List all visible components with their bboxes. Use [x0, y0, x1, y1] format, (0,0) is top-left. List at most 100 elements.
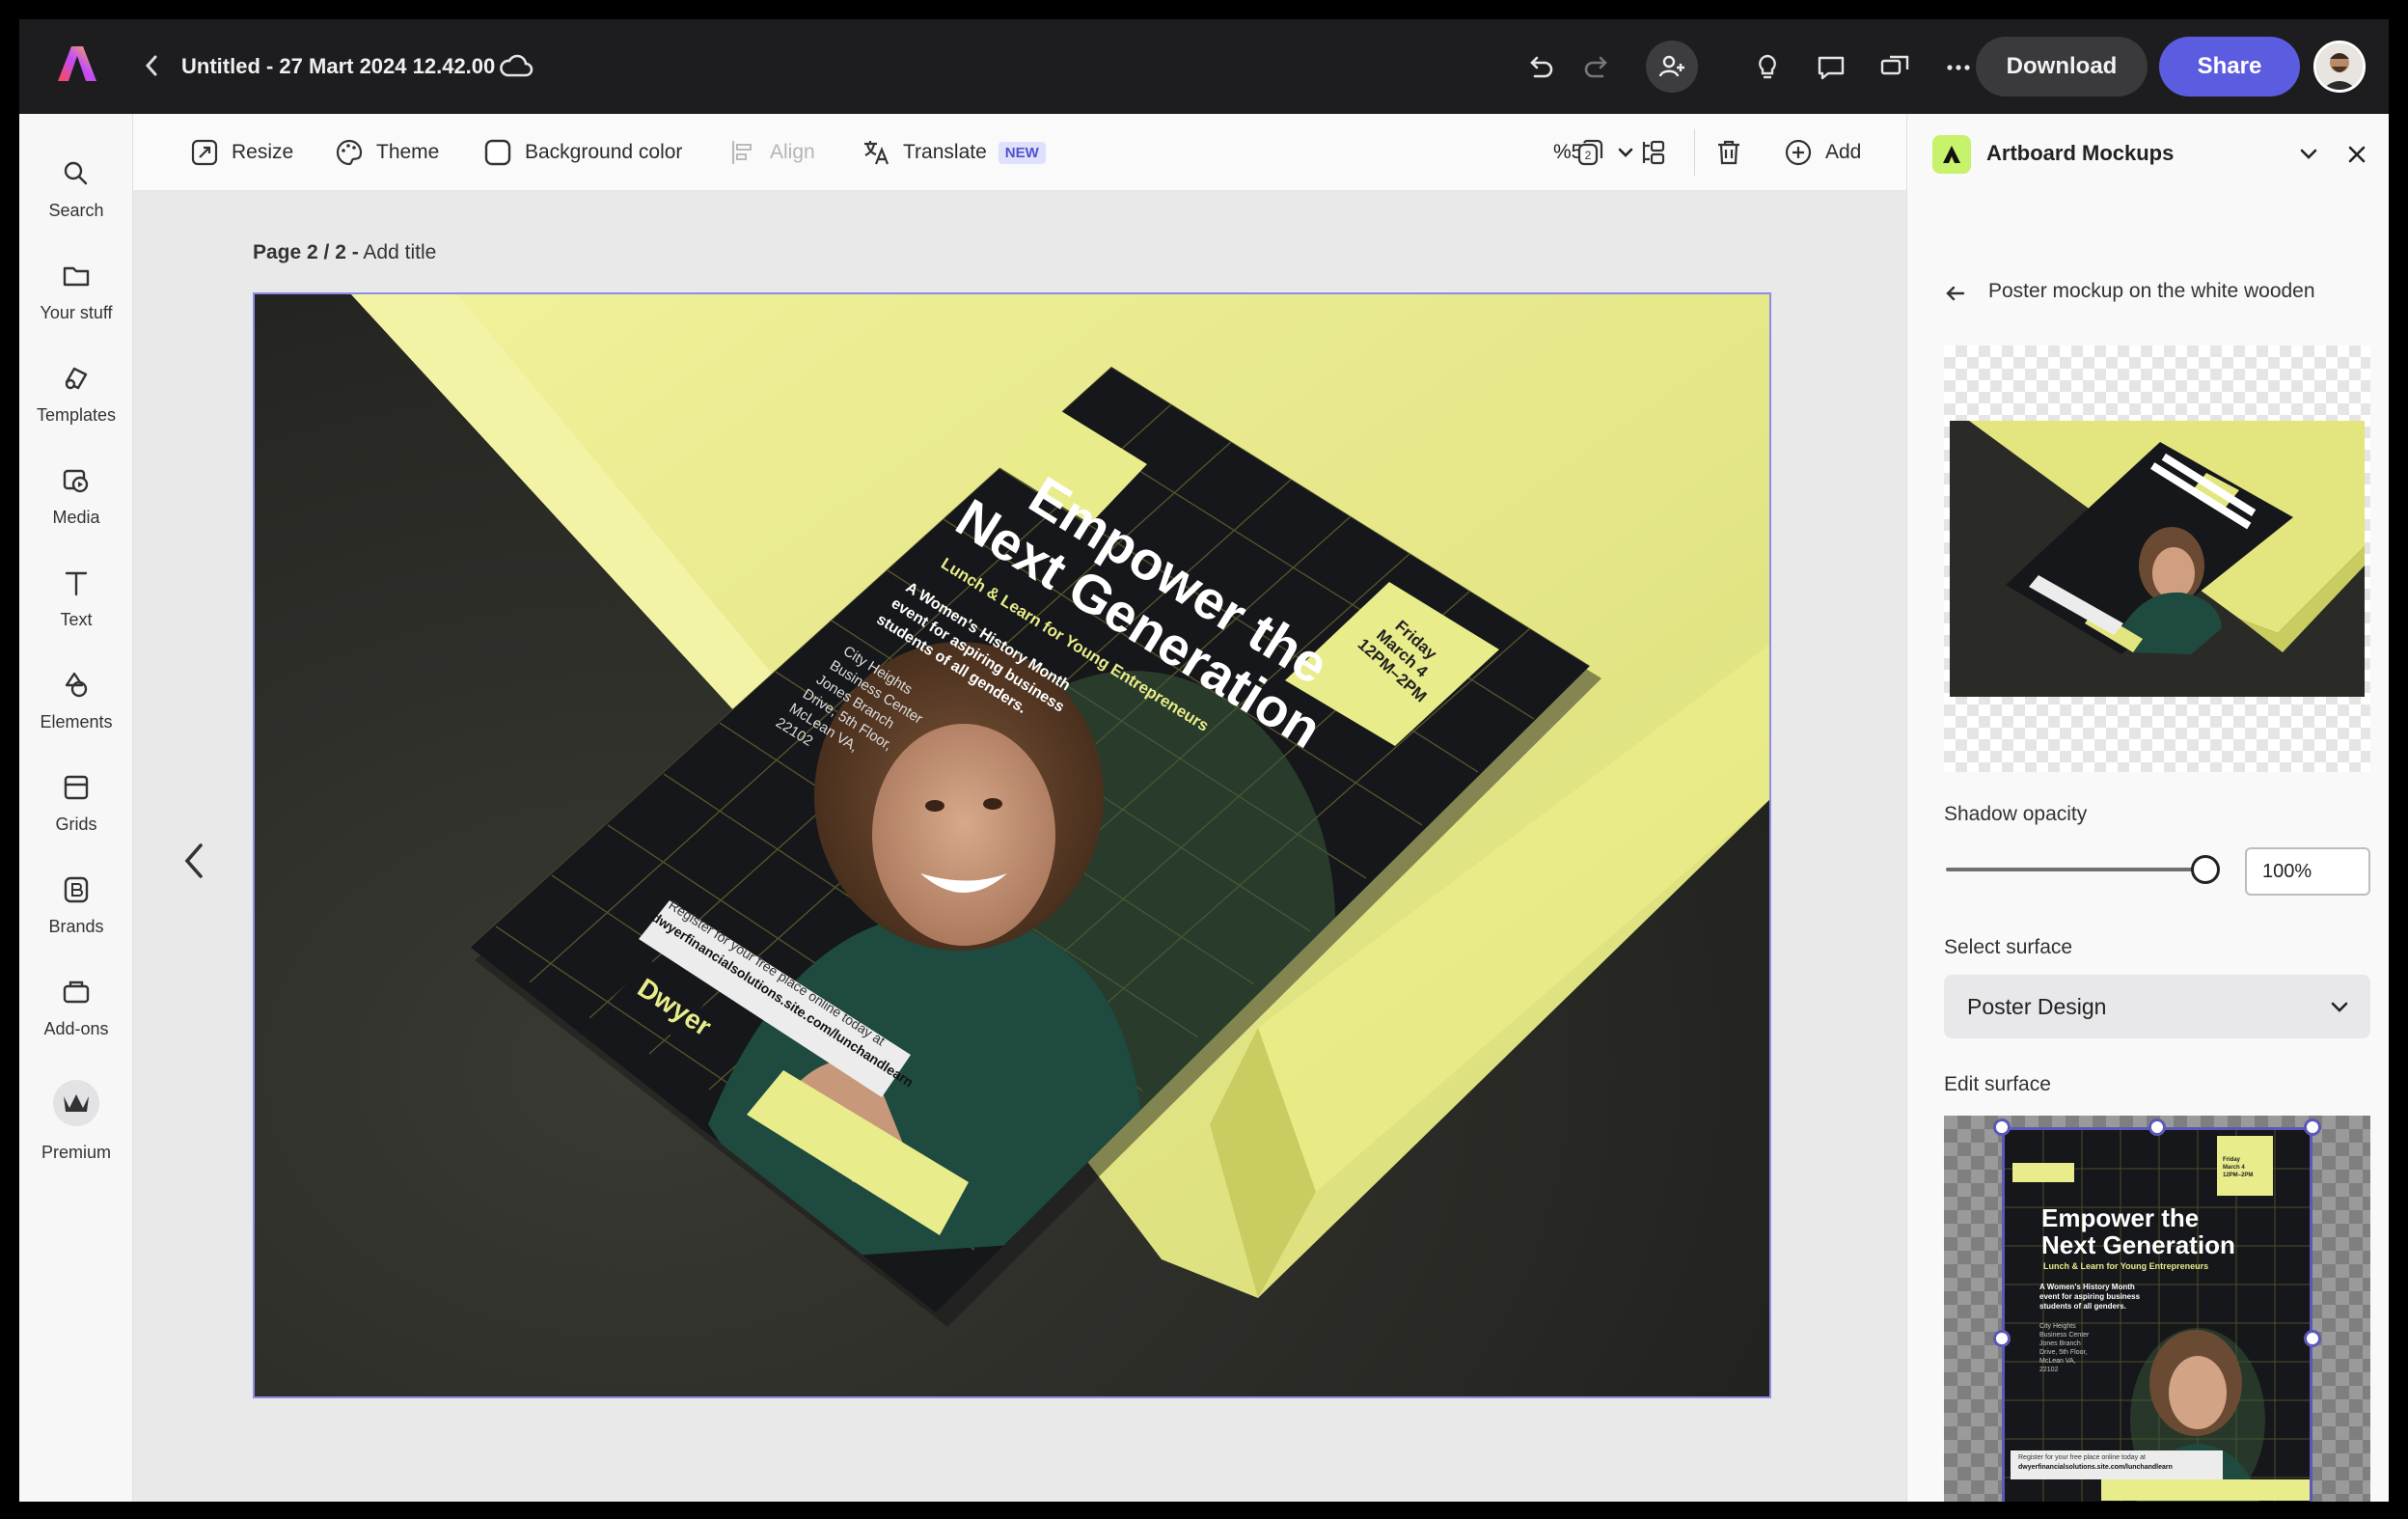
sidebar-item-label: Your stuff [40, 303, 113, 322]
svg-text:2: 2 [1585, 149, 1592, 162]
align-button[interactable]: Align [727, 114, 815, 191]
surface-selected-value: Poster Design [1967, 993, 2107, 1019]
present-icon[interactable] [1875, 48, 1914, 87]
app-window: Untitled - 27 Mart 2024 12.42.00 Downloa… [19, 19, 2389, 1502]
previous-page-icon[interactable] [174, 832, 212, 890]
canvas-toolbar: Resize Theme Background color Align Tran… [133, 114, 1906, 191]
translate-button[interactable]: Translate NEW [861, 114, 1046, 191]
pages-icon: 2 [1577, 139, 1603, 166]
surface-dropdown[interactable]: Poster Design [1944, 975, 2370, 1038]
surface-handle-left[interactable] [1993, 1330, 2011, 1347]
theme-button[interactable]: Theme [334, 114, 439, 191]
sidebar-item-brands[interactable]: Brands [19, 865, 133, 961]
page-title-field[interactable]: Add title [363, 241, 436, 263]
arrange-icon [1642, 140, 1665, 165]
sidebar-item-media[interactable]: Media [19, 456, 133, 552]
shadow-opacity-slider-thumb[interactable] [2191, 855, 2220, 884]
surface-handle-top-right[interactable] [2304, 1119, 2321, 1136]
back-arrow-icon[interactable] [1942, 280, 1969, 307]
folder-icon [63, 266, 90, 287]
media-icon [63, 469, 89, 493]
undo-icon[interactable] [1520, 48, 1559, 87]
sidebar-item-label: Grids [55, 815, 97, 834]
more-icon[interactable] [1939, 48, 1978, 87]
page-label: Page 2 / 2 - Add title [253, 241, 436, 264]
sidebar-item-text[interactable]: Text [19, 558, 133, 654]
new-badge: NEW [998, 141, 1046, 164]
shadow-opacity-label: Shadow opacity [1944, 803, 2088, 825]
avatar[interactable] [2313, 41, 2366, 93]
shadow-opacity-slider-track[interactable] [1946, 868, 2206, 871]
cloud-sync-icon[interactable] [498, 50, 534, 83]
sidebar-item-premium[interactable]: Premium [19, 1079, 133, 1195]
left-sidebar: Search Your stuff Templates Media Text E… [19, 114, 133, 1502]
close-icon[interactable] [2341, 139, 2372, 170]
comment-icon[interactable] [1812, 48, 1850, 87]
sidebar-item-label: Search [48, 201, 104, 220]
surface-handle-right[interactable] [2304, 1330, 2321, 1347]
palette-icon [336, 139, 363, 166]
toolbar-divider [1694, 129, 1695, 176]
sidebar-item-your-stuff[interactable]: Your stuff [19, 251, 133, 347]
surface-register-1: Register for your free place online toda… [2018, 1454, 2146, 1461]
trash-icon [1718, 140, 1739, 165]
back-icon[interactable] [137, 48, 166, 83]
sidebar-item-elements[interactable]: Elements [19, 660, 133, 757]
text-icon [65, 571, 88, 596]
mockup-title: Poster mockup on the white wooden [1988, 280, 2315, 302]
surface-address-6: 22102 [2039, 1367, 2059, 1373]
surface-headline-2: Next Generation [2041, 1230, 2235, 1259]
mockup-preview[interactable] [1944, 345, 2370, 772]
resize-icon [191, 139, 218, 166]
sidebar-item-templates[interactable]: Templates [19, 353, 133, 450]
lightbulb-icon[interactable] [1748, 48, 1787, 87]
templates-icon [65, 367, 88, 390]
edit-surface-label: Edit surface [1944, 1073, 2051, 1095]
surface-address-4: Drive, 5th Floor, [2039, 1349, 2088, 1356]
brands-icon [64, 876, 89, 903]
crown-icon [53, 1080, 99, 1126]
chevron-down-icon[interactable] [2293, 139, 2324, 170]
search-icon [64, 161, 88, 185]
edit-surface-canvas[interactable]: Empower the Next Generation Lunch & Lear… [1944, 1116, 2370, 1502]
artboard-mockups-panel: Artboard Mockups Poster mockup on the wh… [1906, 114, 2389, 1502]
surface-register-2: dwyerfinancialsolutions.site.com/lunchan… [2018, 1464, 2173, 1471]
shadow-opacity-input[interactable] [2245, 847, 2370, 896]
sidebar-item-grids[interactable]: Grids [19, 762, 133, 859]
share-button[interactable]: Share [2159, 37, 2300, 97]
download-button[interactable]: Download [1976, 37, 2148, 97]
surface-desc-1: A Women's History Month [2039, 1283, 2135, 1291]
surface-address-2: Business Center [2039, 1332, 2090, 1339]
select-surface-label: Select surface [1944, 936, 2073, 958]
surface-handle-top[interactable] [2148, 1119, 2166, 1136]
surface-poster[interactable]: Empower the Next Generation Lunch & Lear… [2002, 1127, 2312, 1502]
elements-icon [65, 672, 88, 698]
poster-mockup-image: Empower the Next Generation Lunch & Lear… [255, 294, 1769, 1396]
resize-button[interactable]: Resize [189, 114, 293, 191]
redo-icon[interactable] [1578, 48, 1617, 87]
surface-address-5: McLean VA, [2039, 1358, 2076, 1365]
sidebar-item-label: Brands [48, 917, 104, 936]
artboard-mockup[interactable]: Empower the Next Generation Lunch & Lear… [253, 292, 1771, 1398]
mockup-preview-image [1950, 421, 2365, 697]
app-logo-icon[interactable] [56, 42, 98, 85]
surface-handle-top-left[interactable] [1993, 1119, 2011, 1136]
sidebar-item-add-ons[interactable]: Add-ons [19, 967, 133, 1063]
delete-button[interactable] [1713, 114, 1756, 191]
sidebar-item-label: Media [52, 508, 100, 527]
surface-address-3: Jones Branch [2039, 1340, 2081, 1347]
add-button[interactable]: Add [1783, 114, 1861, 191]
page-count-button[interactable]: 2 [1574, 114, 1617, 191]
background-color-button[interactable]: Background color [482, 114, 682, 191]
surface-address-1: City Heights [2039, 1323, 2076, 1330]
sidebar-item-label: Premium [41, 1143, 111, 1162]
invite-collaborator-button[interactable] [1646, 41, 1698, 93]
surface-date-3: 12PM–2PM [2223, 1173, 2254, 1178]
sidebar-item-search[interactable]: Search [19, 149, 133, 245]
add-user-icon [1658, 55, 1684, 77]
surface-subhead: Lunch & Learn for Young Entrepreneurs [2043, 1261, 2209, 1271]
arrange-button[interactable] [1638, 114, 1681, 191]
document-title[interactable]: Untitled - 27 Mart 2024 12.42.00 [181, 48, 495, 85]
plus-circle-icon [1785, 139, 1812, 166]
grids-icon [64, 775, 89, 800]
